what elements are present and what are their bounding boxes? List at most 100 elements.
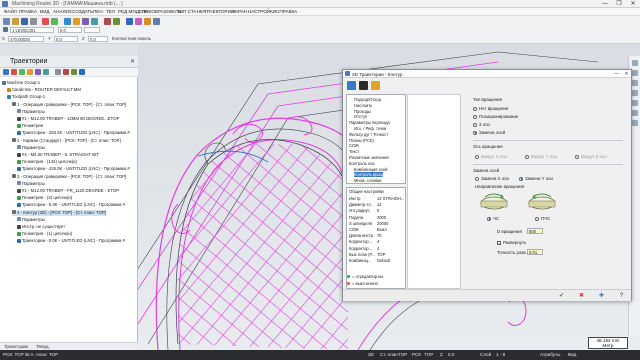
menu-machine-type[interactable]: ТИП СТАНКА bbox=[177, 9, 206, 14]
menu-pen[interactable]: ПЕН bbox=[93, 9, 103, 14]
parameter-page-item[interactable]: Планы (РСК) bbox=[349, 138, 374, 143]
parameter-page-item[interactable]: Множ. головки bbox=[354, 178, 381, 183]
tree-item[interactable]: Геометрия - (2) цепочк(и) bbox=[17, 195, 72, 201]
parameter-page-item[interactable]: Параметры перехода bbox=[349, 120, 390, 125]
tab-toolpaths[interactable]: Траектории bbox=[4, 344, 28, 349]
tree-item[interactable]: Параметры bbox=[17, 181, 45, 187]
pocket-icon[interactable] bbox=[144, 18, 151, 25]
rotation-axis-swap-radio[interactable]: Замена осей bbox=[473, 130, 505, 135]
minimize-button[interactable]: — bbox=[598, 0, 612, 8]
mask-solid-icon[interactable] bbox=[632, 110, 638, 116]
tree-item[interactable]: Геометрия - (1) цепочк(и) bbox=[17, 231, 72, 237]
menu-analysis[interactable]: АНАЛИЗ bbox=[53, 9, 72, 14]
y-coordinate-field[interactable]: 0.0 bbox=[54, 36, 78, 42]
backplot-icon[interactable] bbox=[19, 69, 25, 75]
parameter-page-item[interactable]: Наслоить bbox=[354, 103, 372, 108]
parameter-page-item[interactable]: Различные значения bbox=[349, 155, 389, 160]
zoom-icon[interactable] bbox=[64, 18, 71, 25]
tree-item[interactable]: Траектории - 0.0K - UNTITLED (LNC) - Про… bbox=[17, 238, 125, 244]
status-plane-label[interactable]: Ст. план bbox=[380, 352, 398, 357]
menu-create[interactable]: СОЗДАТЬ bbox=[72, 9, 93, 14]
tree-item[interactable]: Геометрия bbox=[17, 123, 43, 129]
parameter-page-item[interactable]: Фильтр дуг / Точност bbox=[349, 132, 388, 137]
axis-z-radio[interactable]: Вокруг Z оси bbox=[575, 154, 607, 159]
favorite-icon[interactable] bbox=[371, 81, 380, 90]
tree-item[interactable]: 3 - Операция гравировки - [РСК: ТОР] - [… bbox=[12, 174, 126, 180]
post-icon[interactable] bbox=[43, 69, 49, 75]
toolpath-icon[interactable] bbox=[126, 18, 133, 25]
axis-y-radio[interactable]: Вокруг Y оси bbox=[525, 154, 557, 159]
coord-aux-field[interactable] bbox=[84, 27, 100, 33]
mask-line-icon[interactable] bbox=[632, 70, 638, 76]
toggle-display-icon[interactable] bbox=[55, 69, 61, 75]
swap-x-radio[interactable]: Замена X оси bbox=[475, 176, 509, 181]
tree-item[interactable]: 1 - Операция гравировки - [РСК: ТОР] - [… bbox=[12, 102, 126, 108]
status-plane-value[interactable]: TOP bbox=[398, 352, 407, 357]
drill-icon[interactable] bbox=[153, 18, 160, 25]
parameter-page-item[interactable]: Отступ bbox=[354, 114, 367, 119]
rotate-view-icon[interactable] bbox=[82, 18, 89, 25]
dialog-close-button[interactable]: ✕ bbox=[622, 70, 631, 78]
tree-item[interactable]: Параметры bbox=[17, 145, 45, 151]
status-wcs-label[interactable]: РСК bbox=[412, 352, 421, 357]
analyze-icon[interactable] bbox=[104, 18, 111, 25]
mask-note-icon[interactable] bbox=[632, 120, 638, 126]
swap-y-radio[interactable]: Замена Y оси bbox=[519, 176, 553, 181]
help-button[interactable]: ? bbox=[617, 292, 626, 300]
tree-item[interactable]: Machine Group-1 bbox=[2, 80, 40, 86]
regenerate-icon[interactable] bbox=[11, 69, 17, 75]
tree-item[interactable]: Параметры bbox=[17, 109, 45, 115]
print-icon[interactable] bbox=[30, 18, 37, 25]
tree-item[interactable]: 2 - Карман (Стандарт) - [РСК: ТОР] - [Ст… bbox=[12, 138, 121, 144]
status-z-value[interactable]: 0.0 bbox=[448, 352, 454, 357]
menu-screen[interactable]: ЭКРАН bbox=[232, 9, 247, 14]
parameter-page-item[interactable]: Исх. / Реф. точки bbox=[354, 126, 386, 131]
rotation-none-radio[interactable]: Нет вращения bbox=[473, 106, 508, 111]
contour-icon[interactable] bbox=[135, 18, 142, 25]
tree-item[interactable]: #1 - M12.00 TRABEP - FR_1120 DEGREE - ET… bbox=[17, 188, 119, 194]
cancel-button[interactable]: ✖ bbox=[577, 292, 586, 300]
tool-page-icon[interactable] bbox=[347, 81, 356, 90]
redo-icon[interactable] bbox=[51, 18, 58, 25]
axis-x-radio[interactable]: Вокруг X оси bbox=[475, 154, 507, 159]
select-all-icon[interactable] bbox=[3, 69, 9, 75]
tree-item[interactable]: Траектории - 9.3K - UNTITLED (LNC) - Про… bbox=[17, 202, 125, 208]
ok-button[interactable]: ✔ bbox=[557, 292, 566, 300]
status-view[interactable]: Вид bbox=[568, 352, 576, 357]
tree-item[interactable]: Траектории - 263.2K - UNTITLED (LNC) - П… bbox=[17, 130, 130, 136]
tab-solids[interactable]: Твёрд. bbox=[36, 344, 50, 349]
tree-item[interactable]: 4 - Контур (3D) - [РСК: ТОР] - [Ст. план… bbox=[12, 209, 106, 216]
tree-item[interactable]: Параметры bbox=[17, 217, 45, 223]
menu-edit[interactable]: ПРАВКА bbox=[19, 9, 37, 14]
status-attributes[interactable]: Атрибуты bbox=[540, 352, 560, 357]
close-button[interactable]: ✕ bbox=[626, 0, 640, 8]
level-field[interactable]: 1 LEVEL001 bbox=[10, 27, 54, 33]
mask-spline-icon[interactable] bbox=[632, 90, 638, 96]
tree-item[interactable]: Toolpath Group-1 bbox=[7, 94, 45, 100]
shade-icon[interactable] bbox=[91, 18, 98, 25]
mask-surface-icon[interactable] bbox=[632, 100, 638, 106]
collapse-icon[interactable] bbox=[79, 69, 85, 75]
mask-point-icon[interactable] bbox=[632, 60, 638, 66]
parameter-page-item[interactable]: Контроль вращ bbox=[354, 172, 384, 178]
rotation-positioning-radio[interactable]: Позиционирование bbox=[473, 114, 518, 119]
parameter-page-item[interactable]: СОЖ bbox=[349, 143, 359, 148]
menu-solid[interactable]: ТЕЛ bbox=[106, 9, 115, 14]
parameter-page-item[interactable]: Проходы bbox=[354, 109, 371, 114]
menu-help[interactable]: СПРАВКА bbox=[276, 9, 297, 14]
delete-icon[interactable] bbox=[113, 18, 120, 25]
status-mode[interactable]: 3D bbox=[368, 352, 374, 357]
new-file-icon[interactable] bbox=[3, 18, 10, 25]
menu-toolpaths[interactable]: ТРАЕКТОРИИ bbox=[204, 9, 234, 14]
tree-item[interactable]: #1 - M12.00 TRABEP - 12MM 90 DEGREE...ET… bbox=[17, 116, 119, 122]
parameter-page-item[interactable]: Текст bbox=[349, 149, 359, 154]
undo-icon[interactable] bbox=[42, 18, 49, 25]
parameter-page-item[interactable]: Контроль оси bbox=[349, 161, 375, 166]
holder-icon[interactable] bbox=[359, 81, 368, 90]
parameter-page-item[interactable]: Комбинация осей bbox=[354, 167, 387, 172]
mask-arc-icon[interactable] bbox=[632, 80, 638, 86]
coord-field[interactable]: 0.0 bbox=[58, 27, 82, 33]
tree-item[interactable]: Траектории - 426.0K - UNTITLED (LNC) - П… bbox=[17, 166, 130, 172]
status-wcs-value[interactable]: TOP bbox=[424, 352, 433, 357]
tolerance-input[interactable]: 0.01 bbox=[527, 249, 543, 255]
